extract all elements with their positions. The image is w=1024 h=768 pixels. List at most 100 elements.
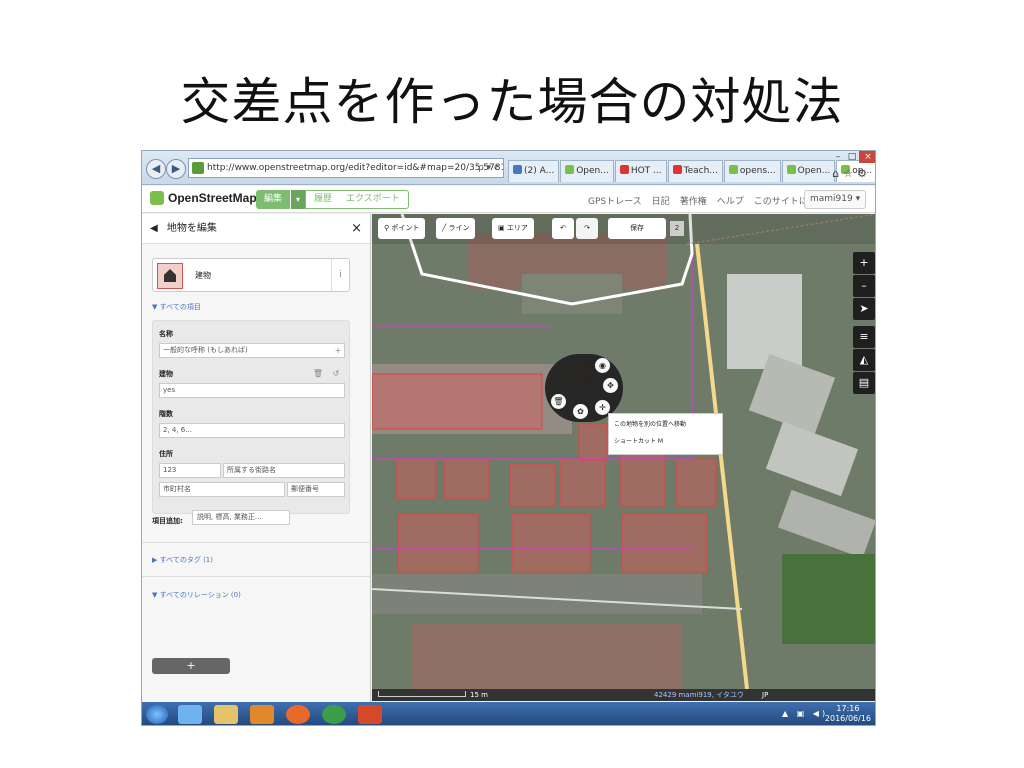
chrome-icon[interactable] (322, 705, 346, 724)
tooltip-text: この地物を別の位置へ移動 (614, 421, 687, 428)
export-button[interactable]: エクスポート (338, 190, 409, 209)
tab-close-icon[interactable]: × (875, 166, 876, 176)
tab-label: Teach... (683, 166, 718, 176)
tab-icon (619, 165, 629, 174)
firefox-icon[interactable] (286, 705, 310, 724)
osm-logo-icon (150, 191, 164, 205)
tab-label: Open... (797, 166, 831, 176)
start-button[interactable] (146, 705, 168, 724)
undo-field-icon[interactable]: ↺ (329, 367, 343, 380)
ie-icon[interactable] (178, 705, 202, 724)
home-favorites-tools-icons[interactable]: ⌂☆⚙ (832, 167, 871, 180)
taskbar-clock[interactable]: 17:16 2016/06/16 (825, 704, 871, 724)
add-field-select[interactable]: 説明, 標高, 業務正... (192, 510, 290, 525)
back-button[interactable]: ◀ (146, 159, 166, 179)
address-text: http://www.openstreetmap.org/edit?editor… (207, 163, 503, 173)
all-tags-toggle[interactable]: ▶ すべてのタグ (1) (152, 555, 213, 565)
add-point-button[interactable]: ⚲ ポイント (378, 218, 426, 239)
address-controls[interactable]: ρ ▾ c (478, 159, 499, 177)
help-link[interactable]: ヘルプ (717, 194, 744, 207)
address-bar[interactable]: http://www.openstreetmap.org/edit?editor… (188, 158, 504, 178)
tab[interactable]: Open... (781, 160, 836, 182)
undo-button[interactable]: ↶ (552, 218, 574, 239)
edit-button[interactable]: 編集 (256, 190, 291, 209)
footer-user-info[interactable]: 42429 mami919, イタユウ (654, 689, 744, 701)
add-line-label: ライン (448, 224, 470, 232)
forward-button[interactable]: ▶ (166, 159, 186, 179)
map-canvas[interactable]: ⚲ ポイント ╱ ライン ▣ エリア ↶ ↷ 保存 2 + – ➤ ≡ ◭ ▤ … (372, 214, 875, 689)
window-controls: – □ × (831, 151, 875, 163)
add-line-button[interactable]: ╱ ライン (436, 218, 476, 239)
delete-feature-icon[interactable]: 🗑 (551, 394, 566, 409)
maximize-button[interactable]: □ (845, 151, 859, 163)
back-icon[interactable]: ◀ (150, 223, 158, 234)
sidebar-title: 地物を編集 (166, 223, 217, 234)
tab-icon (728, 165, 738, 174)
address-label: 住所 (159, 450, 173, 458)
tab-icon (565, 165, 575, 174)
info-icon[interactable]: i (331, 259, 349, 291)
header-links: GPSトレース 日記 著作権 ヘルプ このサイトについて (588, 194, 834, 207)
name-label: 名称 (159, 330, 173, 338)
map-footer: 15 m 42429 mami919, イタユウ JP (372, 689, 875, 701)
radial-edit-menu: ◉ ✥ ✛ ✿ 🗑 (545, 354, 623, 422)
add-point-label: ポイント (391, 224, 420, 232)
tab[interactable]: (2) A... (508, 160, 560, 182)
osm-logo[interactable]: OpenStreetMap (150, 191, 257, 205)
add-name-icon[interactable]: + (331, 344, 345, 357)
zoom-in-button[interactable]: + (853, 252, 875, 274)
preset-label: 建物 (195, 271, 211, 280)
edit-dropdown-icon[interactable]: ▾ (291, 190, 305, 209)
footer-users[interactable]: 42429 mami919, イタユウ (654, 691, 744, 699)
all-fields-toggle[interactable]: ▼ すべての項目 (152, 302, 201, 312)
language-indicator: JP (762, 691, 769, 699)
layers-icon[interactable]: ≡ (853, 326, 875, 348)
media-player-icon[interactable] (250, 705, 274, 724)
name-input[interactable]: 一般的な呼称 (もしあれば) (159, 343, 345, 358)
preset-card[interactable]: 建物 i (152, 258, 350, 292)
close-window-button[interactable]: × (859, 151, 875, 163)
explorer-icon[interactable] (214, 705, 238, 724)
add-relation-button[interactable]: + (152, 658, 230, 674)
tooltip-shortcut: ショートカット M (614, 438, 664, 445)
divider (142, 576, 370, 577)
save-button[interactable]: 保存 (608, 218, 666, 239)
all-relations-toggle[interactable]: ▼ すべてのリレーション (0) (152, 590, 241, 600)
add-area-label: エリア (506, 224, 528, 232)
tab[interactable]: Teach... (667, 160, 723, 182)
housenumber-input[interactable]: 123 (159, 463, 221, 478)
square-icon[interactable]: ✿ (573, 404, 588, 419)
tab[interactable]: Open... (560, 160, 614, 182)
street-input[interactable]: 所属する街路名 (223, 463, 345, 478)
building-icon (157, 263, 183, 289)
map-data-icon[interactable]: ◭ (853, 349, 875, 371)
building-select[interactable]: yes (159, 383, 345, 398)
tab[interactable]: opens... (723, 160, 781, 182)
feature-editor-sidebar: ◀ 地物を編集 × 建物 i ▼ すべての項目 名称 一般的な呼称 (もしあれば… (142, 214, 371, 725)
copyright-link[interactable]: 著作権 (680, 194, 707, 207)
powerpoint-icon[interactable] (358, 705, 382, 724)
windows-taskbar: ▲ ▣ ◀) 17:16 2016/06/16 (142, 702, 875, 725)
system-tray[interactable]: ▲ ▣ ◀) (782, 709, 828, 718)
diary-link[interactable]: 日記 (652, 194, 670, 207)
tab[interactable]: HOT ... (614, 160, 667, 182)
rotate-icon[interactable]: ✥ (603, 378, 618, 393)
user-menu[interactable]: mami919 ▾ (804, 190, 867, 209)
screenshot: ◀ ▶ http://www.openstreetmap.org/edit?ed… (141, 150, 876, 726)
help-panel-icon[interactable]: ▤ (853, 372, 875, 394)
close-icon[interactable]: × (351, 214, 362, 244)
scale-bar (378, 691, 466, 697)
postcode-input[interactable]: 郵便番号 (287, 482, 345, 497)
site-icon (192, 162, 204, 174)
city-input[interactable]: 市町村名 (159, 482, 285, 497)
delete-icon[interactable]: 🗑 (311, 367, 325, 380)
locate-button[interactable]: ➤ (853, 298, 875, 320)
minimize-button[interactable]: – (831, 151, 845, 163)
zoom-out-button[interactable]: – (853, 275, 875, 297)
levels-input[interactable]: 2, 4, 6... (159, 423, 345, 438)
gps-traces-link[interactable]: GPSトレース (588, 194, 642, 207)
add-area-button[interactable]: ▣ エリア (492, 218, 534, 239)
redo-button[interactable]: ↷ (576, 218, 598, 239)
circularize-icon[interactable]: ◉ (595, 358, 610, 373)
history-button[interactable]: 履歴 (305, 190, 342, 209)
